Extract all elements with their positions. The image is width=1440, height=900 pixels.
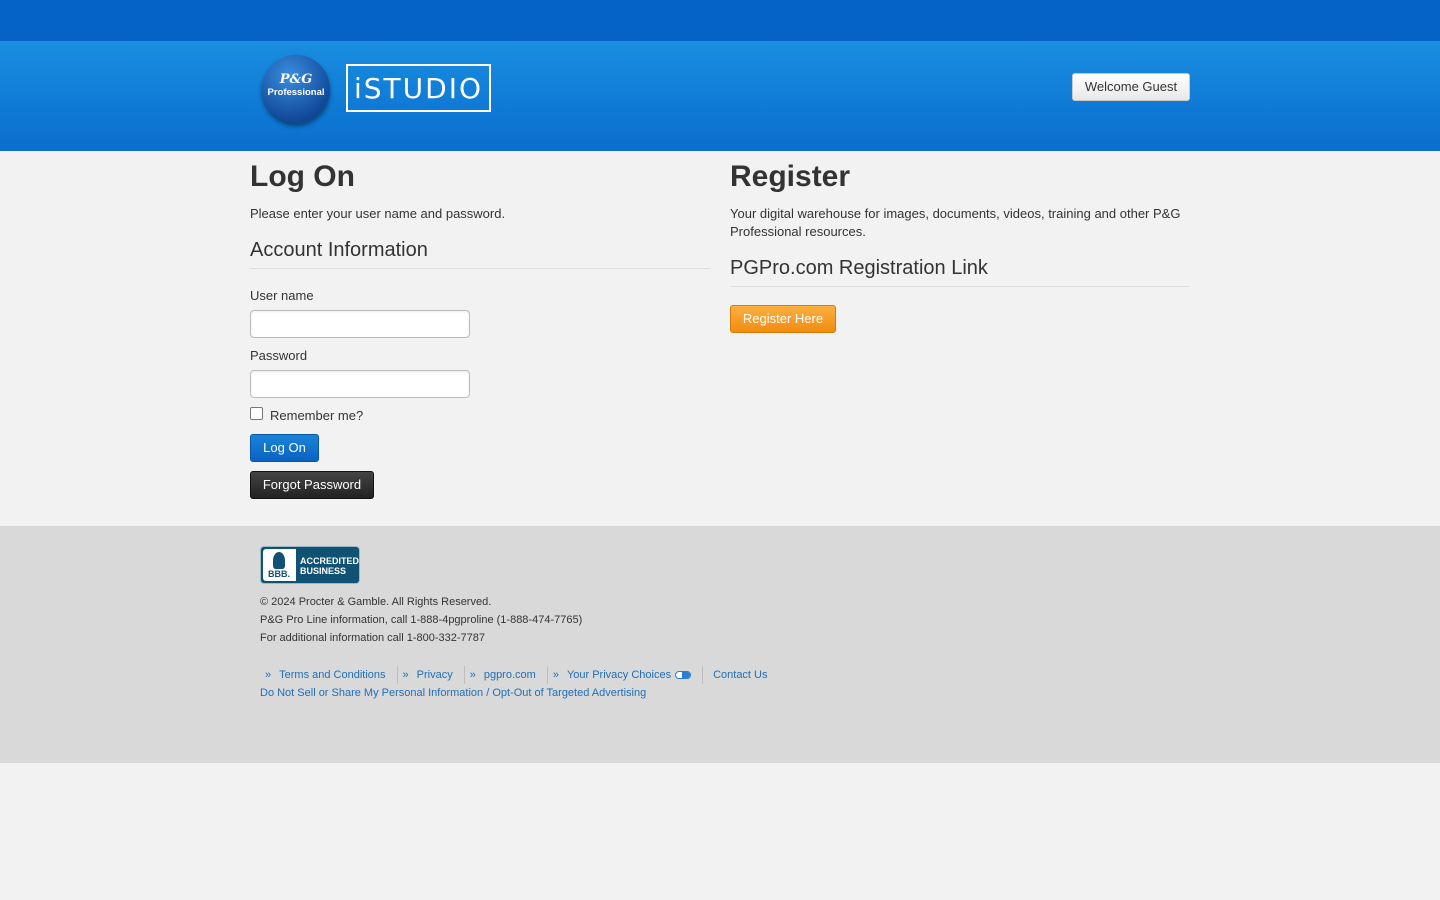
password-input[interactable] — [250, 370, 470, 398]
pg-professional-logo[interactable]: P&G Professional — [262, 55, 330, 123]
pro-line-text: P&G Pro Line information, call 1-888-4pg… — [260, 614, 583, 626]
raquo-icon: » — [402, 669, 409, 681]
copyright-text: © 2024 Procter & Gamble. All Rights Rese… — [260, 596, 492, 608]
logon-intro: Please enter your user name and password… — [250, 206, 506, 221]
username-label: User name — [250, 288, 314, 303]
contact-us-link[interactable]: Contact Us — [703, 669, 778, 681]
remember-me-label[interactable]: Remember me? — [270, 408, 363, 423]
bbb-business-line: BUSINESS — [300, 566, 347, 576]
raquo-icon: » — [265, 669, 272, 681]
logo-pg-text: P&G — [279, 72, 313, 87]
bbb-accredited-text: ACCREDITED BUSINESS — [300, 556, 359, 576]
logon-title: Log On — [250, 160, 355, 193]
footer-links: » Terms and Conditions » Privacy » pgpro… — [260, 666, 779, 684]
bbb-logo-text: BBB. — [268, 569, 290, 579]
contact-us-link-label[interactable]: Contact Us — [713, 669, 767, 681]
account-divider — [250, 268, 710, 269]
pgpro-link-label[interactable]: pgpro.com — [484, 669, 536, 681]
registration-divider — [730, 286, 1190, 287]
forgot-password-button[interactable]: Forgot Password — [250, 471, 374, 499]
additional-info-text: For additional information call 1-800-33… — [260, 632, 486, 644]
register-description: Your digital warehouse for images, docum… — [730, 206, 1181, 239]
raquo-icon: » — [552, 669, 559, 681]
header — [0, 41, 1440, 151]
terms-link-label[interactable]: Terms and Conditions — [279, 669, 385, 681]
logo-professional-text: Professional — [267, 87, 325, 98]
terms-link[interactable]: » Terms and Conditions — [260, 669, 397, 681]
username-input[interactable] — [250, 310, 470, 338]
register-here-button[interactable]: Register Here — [730, 305, 836, 333]
privacy-choices-icon — [675, 671, 692, 679]
footer — [0, 526, 1440, 763]
top-bar — [0, 0, 1440, 41]
do-not-sell-link[interactable]: Do Not Sell or Share My Personal Informa… — [260, 687, 646, 699]
register-title: Register — [730, 160, 851, 193]
password-label: Password — [250, 348, 308, 363]
privacy-choices-link[interactable]: » Your Privacy Choices — [548, 669, 702, 681]
istudio-logo[interactable]: iSTUDIO — [346, 64, 491, 112]
log-on-button[interactable]: Log On — [250, 434, 319, 462]
raquo-icon: » — [469, 669, 476, 681]
bbb-accredited-line: ACCREDITED — [300, 556, 360, 566]
account-information-heading: Account Information — [250, 239, 428, 261]
pgpro-link[interactable]: » pgpro.com — [465, 669, 547, 681]
privacy-choices-link-label[interactable]: Your Privacy Choices — [567, 669, 671, 681]
privacy-link-label[interactable]: Privacy — [417, 669, 453, 681]
bbb-torch-icon: BBB. — [263, 549, 296, 581]
bbb-accredited-badge[interactable]: BBB. ACCREDITED BUSINESS — [260, 546, 360, 584]
welcome-guest-button[interactable]: Welcome Guest — [1072, 73, 1190, 101]
torch-shape — [273, 552, 285, 569]
remember-me-checkbox[interactable] — [250, 407, 263, 420]
privacy-link[interactable]: » Privacy — [398, 669, 464, 681]
registration-link-heading: PGPro.com Registration Link — [730, 257, 988, 279]
